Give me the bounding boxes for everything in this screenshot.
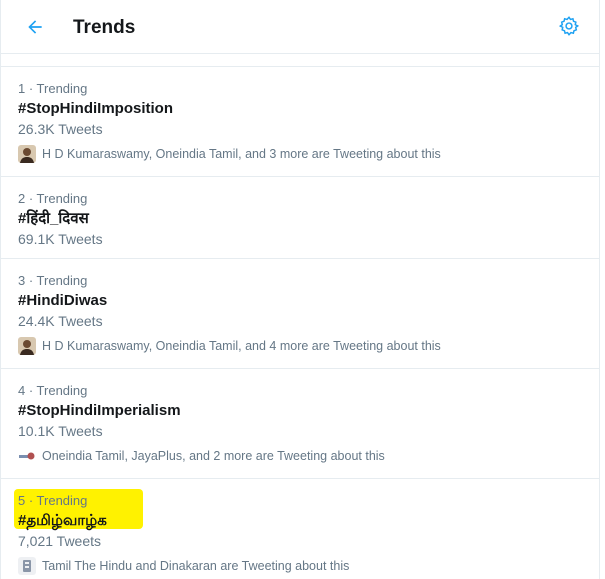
logo-avatar-icon xyxy=(18,447,36,465)
trend-rank: 1 · Trending xyxy=(18,81,88,96)
trend-hashtag[interactable]: #हिंदी_दिवस xyxy=(18,209,582,228)
context-text: H D Kumaraswamy, Oneindia Tamil, and 4 m… xyxy=(42,339,441,353)
settings-button[interactable] xyxy=(557,14,581,38)
trend-context: H D Kumaraswamy, Oneindia Tamil, and 4 m… xyxy=(18,336,582,356)
tweet-count: 24.4K Tweets xyxy=(18,313,103,329)
context-text: H D Kumaraswamy, Oneindia Tamil, and 3 m… xyxy=(42,147,441,161)
header: Trends xyxy=(1,0,599,54)
emblem-avatar-icon xyxy=(18,557,36,575)
person-avatar-icon xyxy=(18,337,36,355)
back-button[interactable] xyxy=(21,13,49,41)
trend-rank: 4 · Trending xyxy=(18,383,88,398)
trend-hashtag[interactable]: #StopHindiImposition xyxy=(18,99,582,118)
context-text: Tamil The Hindu and Dinakaran are Tweeti… xyxy=(42,559,350,573)
page-title: Trends xyxy=(73,17,136,38)
trend-rank: 3 · Trending xyxy=(18,273,88,288)
trend-hashtag[interactable]: #StopHindiImperialism xyxy=(18,401,582,420)
person-avatar-icon xyxy=(18,145,36,163)
trends-panel: Trends 1 · Trending #StopHindiImposition… xyxy=(0,0,600,579)
divider xyxy=(1,54,599,67)
trend-item-2[interactable]: 2 · Trending #हिंदी_दिवस 69.1K Tweets xyxy=(1,177,599,259)
tweet-count: 10.1K Tweets xyxy=(18,423,103,439)
trend-item-1[interactable]: 1 · Trending #StopHindiImposition 26.3K … xyxy=(1,67,599,177)
trend-context: Oneindia Tamil, JayaPlus, and 2 more are… xyxy=(18,446,582,466)
arrow-left-icon xyxy=(28,20,42,34)
trend-context: H D Kumaraswamy, Oneindia Tamil, and 3 m… xyxy=(18,144,582,164)
trend-rank: 5 · Trending xyxy=(18,493,88,508)
trend-item-3[interactable]: 3 · Trending #HindiDiwas 24.4K Tweets H … xyxy=(1,259,599,369)
context-text: Oneindia Tamil, JayaPlus, and 2 more are… xyxy=(42,449,385,463)
tweet-count: 26.3K Tweets xyxy=(18,121,103,137)
trend-hashtag[interactable]: #தமிழ்வாழ்க xyxy=(18,511,582,530)
gear-icon xyxy=(558,16,580,36)
trend-item-5[interactable]: 5 · Trending #தமிழ்வாழ்க 7,021 Tweets Ta… xyxy=(1,479,599,579)
trend-rank: 2 · Trending xyxy=(18,191,88,206)
tweet-count: 7,021 Tweets xyxy=(18,533,102,549)
trend-hashtag[interactable]: #HindiDiwas xyxy=(18,291,582,310)
tweet-count: 69.1K Tweets xyxy=(18,231,103,247)
trend-context: Tamil The Hindu and Dinakaran are Tweeti… xyxy=(18,556,582,576)
trend-item-4[interactable]: 4 · Trending #StopHindiImperialism 10.1K… xyxy=(1,369,599,479)
